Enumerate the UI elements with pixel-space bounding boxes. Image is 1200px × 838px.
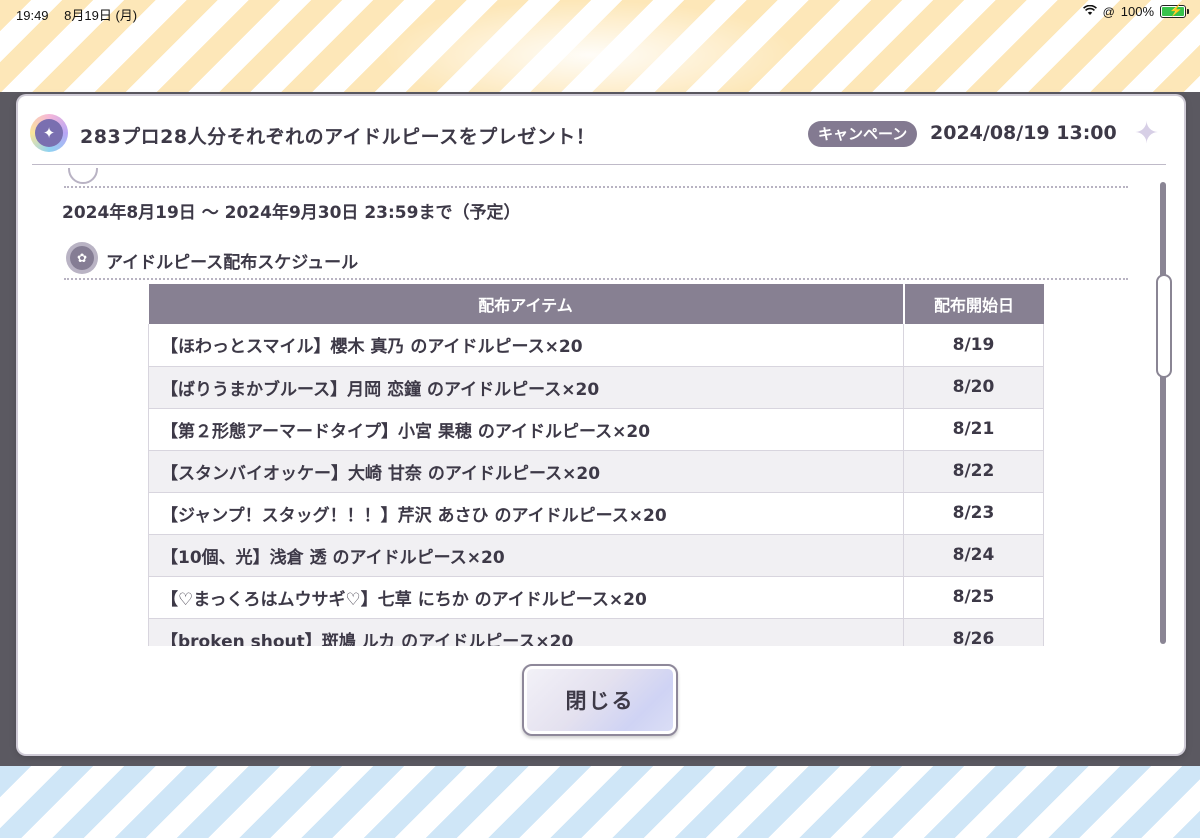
dialog-content-scroll-area[interactable]: 2024年8月19日 〜 2024年9月30日 23:59まで（予定） ✿ アイ…	[18, 168, 1158, 646]
posted-date: 2024/08/19 13:00	[930, 122, 1117, 144]
table-row: 【スタンバイオッケー】大崎 甘奈 のアイドルピース×20 8/22	[148, 450, 1044, 493]
charging-bolt-icon: ⚡	[1169, 5, 1183, 17]
sparkle-icon: ✦	[1134, 116, 1160, 151]
news-dialog: ✦ 283プロ28人分それぞれのアイドルピースをプレゼント！ キャンペーン 20…	[18, 96, 1184, 754]
campaign-period: 2024年8月19日 〜 2024年9月30日 23:59まで（予定）	[62, 203, 521, 223]
table-cell-item: 【スタンバイオッケー】大崎 甘奈 のアイドルピース×20	[148, 450, 904, 493]
dotted-divider	[64, 186, 1128, 188]
orientation-lock-icon: @	[1102, 4, 1115, 19]
close-button[interactable]: 閉じる	[522, 664, 678, 736]
status-time: 19:49	[16, 8, 49, 23]
section-title: アイドルピース配布スケジュール	[106, 253, 359, 273]
table-cell-date: 8/24	[903, 534, 1044, 577]
table-row: 【ばりうまかブルース】月岡 恋鐘 のアイドルピース×20 8/20	[148, 366, 1044, 409]
dialog-title: 283プロ28人分それぞれのアイドルピースをプレゼント！	[80, 126, 596, 148]
table-cell-date: 8/20	[903, 366, 1044, 409]
table-row: 【10個、光】浅倉 透 のアイドルピース×20 8/24	[148, 534, 1044, 577]
table-cell-date: 8/25	[903, 576, 1044, 619]
table-cell-item: 【第２形態アーマードタイプ】小宮 果穂 のアイドルピース×20	[148, 408, 904, 451]
header-divider	[32, 164, 1166, 165]
background-bottom-stripes	[0, 766, 1200, 838]
table-row: 【broken shout】斑鳩 ルカ のアイドルピース×20 8/26	[148, 618, 1044, 646]
table-cell-date: 8/19	[903, 324, 1044, 367]
table-header-item: 配布アイテム	[148, 284, 905, 324]
table-row: 【♡まっくろはムウサギ♡】七草 にちか のアイドルピース×20 8/25	[148, 576, 1044, 619]
news-category-icon: ✦	[30, 114, 68, 152]
table-cell-item: 【♡まっくろはムウサギ♡】七草 にちか のアイドルピース×20	[148, 576, 904, 619]
table-row: 【第２形態アーマードタイプ】小宮 果穂 のアイドルピース×20 8/21	[148, 408, 1044, 451]
table-cell-date: 8/23	[903, 492, 1044, 535]
dotted-divider	[64, 278, 1128, 280]
table-cell-date: 8/26	[903, 618, 1044, 646]
status-bar: 19:49 8月19日 (月) @ 100% ⚡	[0, 0, 1200, 26]
category-badge: キャンペーン	[808, 121, 918, 147]
table-cell-item: 【ほわっとスマイル】櫻木 真乃 のアイドルピース×20	[148, 324, 904, 367]
table-cell-item: 【ばりうまかブルース】月岡 恋鐘 のアイドルピース×20	[148, 366, 904, 409]
table-cell-item: 【ジャンプ！スタッグ！！！】芹沢 あさひ のアイドルピース×20	[148, 492, 904, 535]
battery-icon: ⚡	[1160, 5, 1189, 18]
wifi-icon	[1082, 4, 1097, 19]
scrollbar-track[interactable]	[1160, 182, 1166, 644]
dialog-header: ✦ 283プロ28人分それぞれのアイドルピースをプレゼント！ キャンペーン 20…	[18, 96, 1184, 166]
section-icon-partial	[68, 168, 98, 184]
status-date: 8月19日 (月)	[64, 8, 138, 23]
table-header-date: 配布開始日	[903, 284, 1044, 324]
scrollbar-thumb[interactable]	[1156, 274, 1172, 378]
table-cell-item: 【broken shout】斑鳩 ルカ のアイドルピース×20	[148, 618, 904, 646]
table-row: 【ほわっとスマイル】櫻木 真乃 のアイドルピース×20 8/19	[148, 324, 1044, 367]
table-cell-item: 【10個、光】浅倉 透 のアイドルピース×20	[148, 534, 904, 577]
battery-percent: 100%	[1120, 4, 1154, 19]
schedule-table: 配布アイテム 配布開始日 【ほわっとスマイル】櫻木 真乃 のアイドルピース×20…	[148, 284, 1044, 646]
table-cell-date: 8/22	[903, 450, 1044, 493]
table-row: 【ジャンプ！スタッグ！！！】芹沢 あさひ のアイドルピース×20 8/23	[148, 492, 1044, 535]
section-icon: ✿	[66, 242, 98, 274]
table-cell-date: 8/21	[903, 408, 1044, 451]
